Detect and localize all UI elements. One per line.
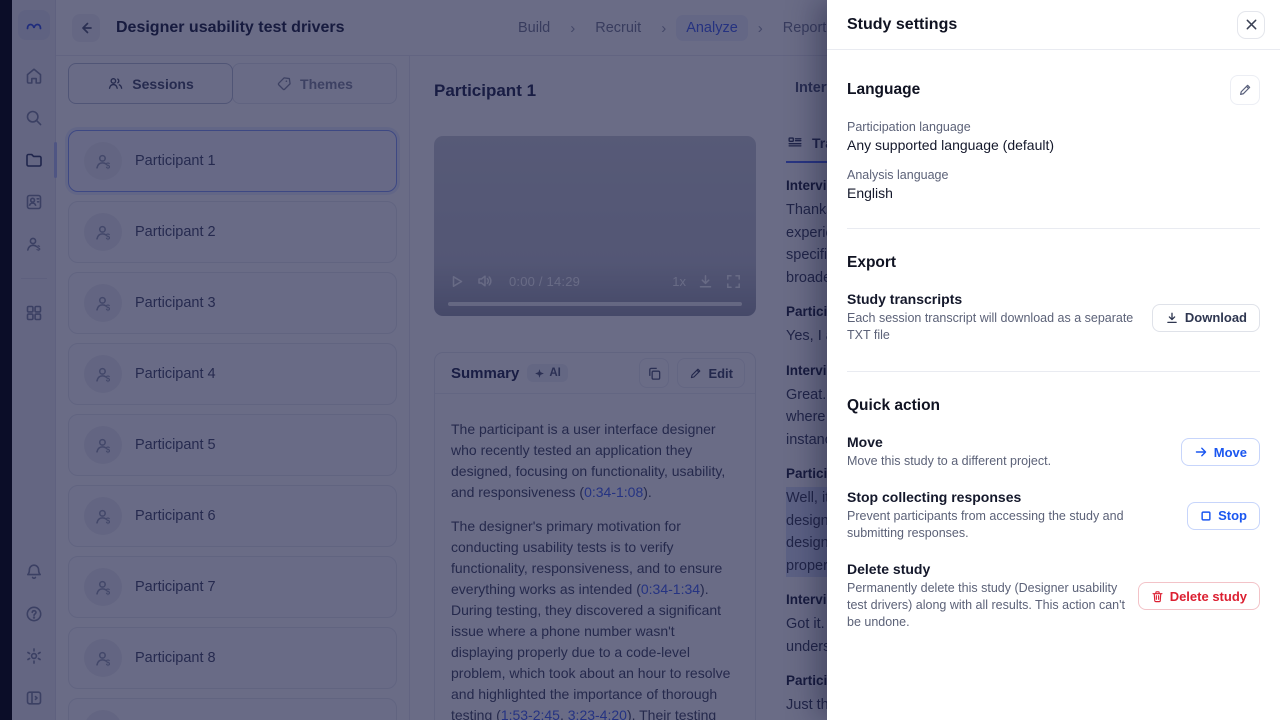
settings-row-title: Study transcripts xyxy=(847,291,1152,307)
section-divider xyxy=(847,371,1260,372)
settings-row-description: Move this study to a different project. xyxy=(847,453,1051,470)
export-rows: Study transcripts Each session transcript… xyxy=(847,291,1260,344)
settings-row-description: Each session transcript will download as… xyxy=(847,310,1152,344)
quick-action-rows: Move Move this study to a different proje… xyxy=(847,434,1260,631)
language-field: Participation language Any supported lang… xyxy=(847,120,1260,153)
field-value: Any supported language (default) xyxy=(847,137,1260,153)
field-value: English xyxy=(847,185,1260,201)
app-window: $ Designer usability test drivers Build›… xyxy=(0,0,1280,720)
settings-row-info: Stop collecting responses Prevent partici… xyxy=(847,489,1159,542)
settings-row: Move Move this study to a different proje… xyxy=(847,434,1260,470)
settings-row-title: Stop collecting responses xyxy=(847,489,1159,505)
settings-row-title: Move xyxy=(847,434,1051,450)
settings-row-info: Delete study Permanently delete this stud… xyxy=(847,561,1138,631)
settings-title: Study settings xyxy=(847,16,957,34)
move-button[interactable]: Move xyxy=(1181,438,1260,466)
export-section-heading: Export xyxy=(847,254,896,272)
settings-row: Stop collecting responses Prevent partici… xyxy=(847,489,1260,542)
download-icon xyxy=(1165,311,1179,325)
language-field: Analysis language English xyxy=(847,168,1260,201)
settings-row: Delete studyPermanently delete this stud… xyxy=(847,561,1260,631)
settings-row-description: Permanently delete this study (Designer … xyxy=(847,580,1138,631)
settings-row-title: Delete study xyxy=(847,561,1138,577)
quick-action-section-heading: Quick action xyxy=(847,397,940,415)
language-section-heading: Language xyxy=(847,81,920,99)
stop-square-icon xyxy=(1200,510,1212,522)
settings-row-info: Move Move this study to a different proje… xyxy=(847,434,1051,470)
delete-study-button[interactable]: Delete study xyxy=(1138,582,1260,610)
section-divider xyxy=(847,228,1260,229)
arrow-right-icon xyxy=(1194,445,1208,459)
settings-body: Language Participation language Any suppo… xyxy=(827,75,1280,631)
study-settings-panel: Study settings Language Participation la… xyxy=(827,0,1280,720)
stop-button[interactable]: Stop xyxy=(1187,502,1260,530)
close-icon[interactable] xyxy=(1237,11,1265,39)
download-button[interactable]: Download xyxy=(1152,304,1260,332)
settings-row-description: Prevent participants from accessing the … xyxy=(847,508,1159,542)
field-label: Participation language xyxy=(847,120,1260,134)
settings-header: Study settings xyxy=(827,0,1280,50)
settings-row: Study transcripts Each session transcript… xyxy=(847,291,1260,344)
field-label: Analysis language xyxy=(847,168,1260,182)
edit-language-button[interactable] xyxy=(1230,75,1260,105)
settings-row-info: Study transcripts Each session transcript… xyxy=(847,291,1152,344)
pencil-icon xyxy=(1238,83,1252,97)
language-fields: Participation language Any supported lang… xyxy=(847,120,1260,201)
trash-icon xyxy=(1151,590,1164,603)
